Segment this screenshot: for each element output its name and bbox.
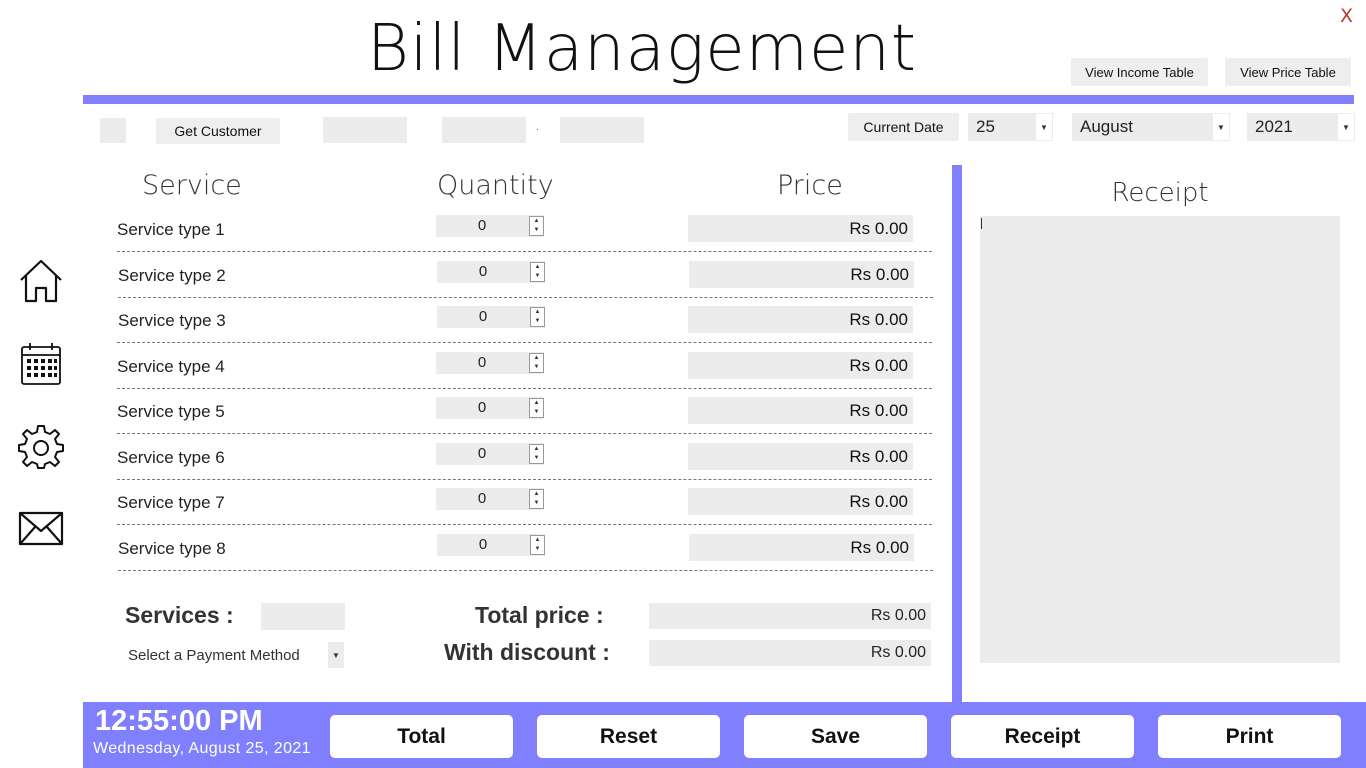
price-column-header: Price xyxy=(777,170,843,201)
quantity-value: 0 xyxy=(478,263,488,280)
row-divider xyxy=(118,297,933,298)
quantity-value: 0 xyxy=(477,217,487,234)
close-button[interactable]: X xyxy=(1340,5,1353,27)
spin-buttons[interactable]: ▲ ▼ xyxy=(530,307,545,327)
gear-icon[interactable] xyxy=(18,423,64,469)
clock-date: Wednesday, August 25, 2021 xyxy=(93,740,311,757)
price-field: Rs 0.00 xyxy=(688,215,913,242)
customer-id-field[interactable] xyxy=(100,118,126,143)
chevron-down-icon[interactable]: ▼ xyxy=(1338,114,1354,140)
with-discount-label: With discount : xyxy=(444,639,610,665)
total-button[interactable]: Total xyxy=(330,715,513,758)
price-field: Rs 0.00 xyxy=(689,261,914,288)
quantity-value: 0 xyxy=(478,308,488,325)
quantity-value: 0 xyxy=(477,354,487,371)
service-label: Service type 5 xyxy=(117,402,225,421)
reset-button[interactable]: Reset xyxy=(537,715,720,758)
print-button[interactable]: Print xyxy=(1158,715,1341,758)
month-select[interactable]: August ▼ xyxy=(1072,113,1230,141)
spin-buttons[interactable]: ▲ ▼ xyxy=(529,444,544,464)
year-select-value: 2021 xyxy=(1255,117,1293,136)
price-field: Rs 0.00 xyxy=(688,397,913,424)
chevron-down-icon[interactable]: ▼ xyxy=(1213,114,1229,140)
view-income-table-button[interactable]: View Income Table xyxy=(1071,58,1208,86)
save-button[interactable]: Save xyxy=(744,715,927,758)
total-price-field: Rs 0.00 xyxy=(649,603,931,629)
spin-buttons[interactable]: ▲ ▼ xyxy=(529,353,544,373)
payment-method-select[interactable]: Select a Payment Method ▼ xyxy=(124,642,344,668)
day-select-value: 25 xyxy=(976,117,995,136)
view-price-table-button[interactable]: View Price Table xyxy=(1225,58,1351,86)
customer-extra-field[interactable] xyxy=(560,117,644,143)
customer-phone-field[interactable] xyxy=(442,117,526,143)
service-label: Service type 4 xyxy=(117,357,225,376)
get-customer-button[interactable]: Get Customer xyxy=(156,118,280,144)
month-select-value: August xyxy=(1080,117,1133,136)
panel-divider xyxy=(952,165,962,705)
service-label: Service type 3 xyxy=(118,311,226,330)
quantity-stepper[interactable]: 0 ▲ ▼ xyxy=(436,215,544,237)
quantity-column-header: Quantity xyxy=(437,170,554,201)
customer-name-field[interactable] xyxy=(323,117,407,143)
quantity-value: 0 xyxy=(478,536,488,553)
row-divider xyxy=(117,433,932,434)
calendar-icon[interactable] xyxy=(18,341,64,387)
services-count-field xyxy=(261,603,345,630)
text-cursor xyxy=(981,218,982,229)
header-divider xyxy=(83,95,1354,104)
row-divider xyxy=(117,524,932,525)
total-price-label: Total price : xyxy=(475,602,604,628)
quantity-value: 0 xyxy=(477,490,487,507)
service-label: Service type 6 xyxy=(117,448,225,467)
quantity-stepper[interactable]: 0 ▲ ▼ xyxy=(437,306,545,328)
spin-buttons[interactable]: ▲ ▼ xyxy=(530,262,545,282)
spin-buttons[interactable]: ▲ ▼ xyxy=(529,398,544,418)
quantity-value: 0 xyxy=(477,399,487,416)
receipt-button[interactable]: Receipt xyxy=(951,715,1134,758)
chevron-down-icon[interactable]: ▼ xyxy=(1036,114,1052,140)
row-divider xyxy=(118,570,933,571)
with-discount-field: Rs 0.00 xyxy=(649,640,931,666)
quantity-stepper[interactable]: 0 ▲ ▼ xyxy=(437,261,545,283)
service-label: Service type 1 xyxy=(117,220,225,239)
price-field: Rs 0.00 xyxy=(688,488,913,515)
spin-buttons[interactable]: ▲ ▼ xyxy=(530,535,545,555)
quantity-stepper[interactable]: 0 ▲ ▼ xyxy=(436,488,544,510)
service-column-header: Service xyxy=(142,170,242,201)
price-field: Rs 0.00 xyxy=(688,352,913,379)
row-divider xyxy=(117,251,932,252)
quantity-stepper[interactable]: 0 ▲ ▼ xyxy=(436,352,544,374)
spin-buttons[interactable]: ▲ ▼ xyxy=(529,489,544,509)
payment-method-placeholder: Select a Payment Method xyxy=(128,646,300,664)
price-field: Rs 0.00 xyxy=(688,443,913,470)
year-select[interactable]: 2021 ▼ xyxy=(1247,113,1355,141)
price-field: Rs 0.00 xyxy=(688,306,913,333)
field-separator: . xyxy=(536,122,539,133)
row-divider xyxy=(117,342,932,343)
row-divider xyxy=(117,479,932,480)
current-date-button[interactable]: Current Date xyxy=(848,113,959,141)
chevron-down-icon[interactable]: ▼ xyxy=(328,642,344,668)
quantity-stepper[interactable]: 0 ▲ ▼ xyxy=(436,397,544,419)
spin-buttons[interactable]: ▲ ▼ xyxy=(529,216,544,236)
price-field: Rs 0.00 xyxy=(689,534,914,561)
services-count-label: Services : xyxy=(125,602,234,628)
quantity-stepper[interactable]: 0 ▲ ▼ xyxy=(436,443,544,465)
quantity-stepper[interactable]: 0 ▲ ▼ xyxy=(437,534,545,556)
receipt-textarea[interactable] xyxy=(980,216,1340,663)
service-label: Service type 7 xyxy=(117,493,225,512)
day-select[interactable]: 25 ▼ xyxy=(968,113,1053,141)
receipt-title: Receipt xyxy=(1111,178,1209,208)
quantity-value: 0 xyxy=(477,445,487,462)
mail-icon[interactable] xyxy=(18,506,64,552)
service-label: Service type 8 xyxy=(118,539,226,558)
service-label: Service type 2 xyxy=(118,266,226,285)
row-divider xyxy=(117,388,932,389)
home-icon[interactable] xyxy=(18,258,64,304)
clock-time: 12:55:00 PM xyxy=(95,705,263,737)
